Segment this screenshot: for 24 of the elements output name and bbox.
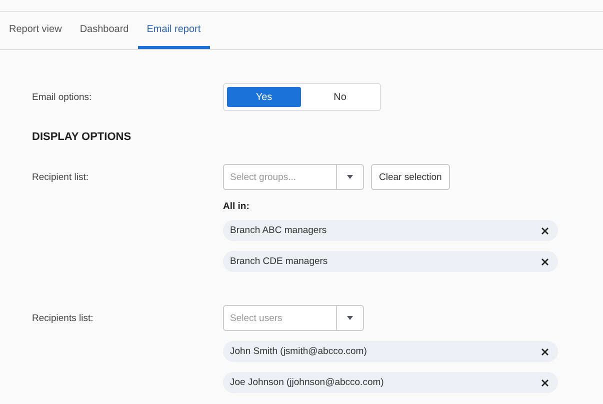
dropdown-input[interactable]: Select users <box>224 306 336 330</box>
dropdown-field[interactable]: Select groups... <box>223 164 364 190</box>
caret-icon <box>347 175 353 179</box>
tab[interactable]: Dashboard <box>70 12 138 49</box>
tab[interactable]: Email report <box>138 12 210 49</box>
toggle-option[interactable]: Yes <box>227 87 301 107</box>
chip-label: Joe Johnson (jjohnson@abcco.com) <box>230 377 384 388</box>
field-label: Recipients list: <box>31 313 94 324</box>
clear-selection-button[interactable]: Clear selection <box>371 164 450 190</box>
dropdown-field[interactable]: Select users <box>223 305 364 331</box>
section-title: DISPLAY OPTIONS <box>31 130 132 145</box>
chip-label: Branch CDE managers <box>230 256 328 267</box>
close-icon[interactable] <box>541 348 549 356</box>
chip-label: Branch ABC managers <box>230 225 327 236</box>
field-label: Email options: <box>31 92 93 102</box>
dropdown-input[interactable]: Select groups... <box>224 165 336 189</box>
close-icon[interactable] <box>541 378 549 386</box>
caret-icon <box>347 316 353 320</box>
tab[interactable]: Report view <box>0 12 71 49</box>
close-icon[interactable] <box>541 226 549 234</box>
field-label: Recipient list: <box>31 172 90 183</box>
group-heading: All in: <box>223 201 250 212</box>
close-icon[interactable] <box>541 258 549 266</box>
chip-label: John Smith (jsmith@abcco.com) <box>230 346 367 357</box>
